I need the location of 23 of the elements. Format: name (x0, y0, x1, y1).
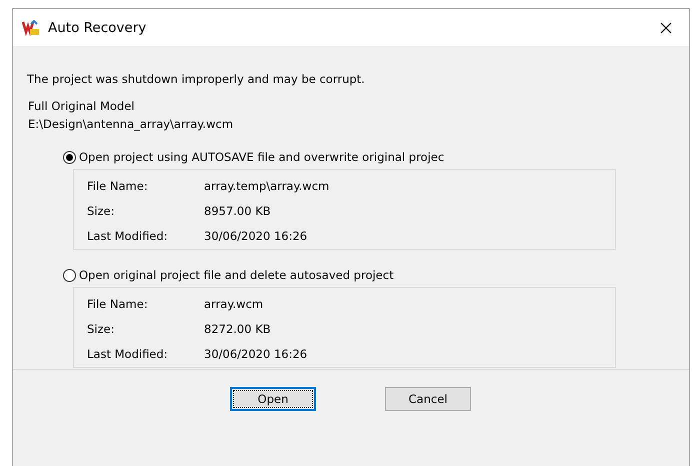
radio-button[interactable]: Open original project file and delete autosaved project (63, 268, 394, 282)
field-label: Last Modified: (87, 347, 169, 361)
window-title: Auto Recovery (48, 20, 148, 36)
warning-message: The project was shutdown improperly and may be corrupt. (27, 72, 366, 86)
dialog-button[interactable]: Open (230, 387, 316, 411)
field-value: 30/06/2020 16:26 (204, 229, 308, 243)
field-value: array.temp\array.wcm (204, 179, 330, 193)
radio-indicator-icon[interactable] (63, 150, 76, 164)
field-label: File Name: (87, 179, 149, 193)
radio-indicator-icon[interactable] (63, 268, 76, 282)
dialog-button[interactable]: Cancel (385, 387, 471, 411)
radio-button[interactable]: Open project using AUTOSAVE file and overwrite original projec (63, 150, 444, 164)
field-value: 8272.00 KB (204, 322, 272, 336)
file-path: E:\Design\antenna_array\array.wcm (28, 117, 234, 131)
section-label: Full Original Model (28, 99, 136, 113)
field-label: File Name: (87, 297, 149, 311)
field-label: Size: (87, 204, 116, 218)
field-value: 8957.00 KB (204, 204, 272, 218)
field-value: 30/06/2020 16:26 (204, 347, 308, 361)
field-label: Last Modified: (87, 229, 169, 243)
field-value: array.wcm (204, 297, 264, 311)
app-logo-icon (22, 20, 40, 36)
field-label: Size: (87, 322, 116, 336)
